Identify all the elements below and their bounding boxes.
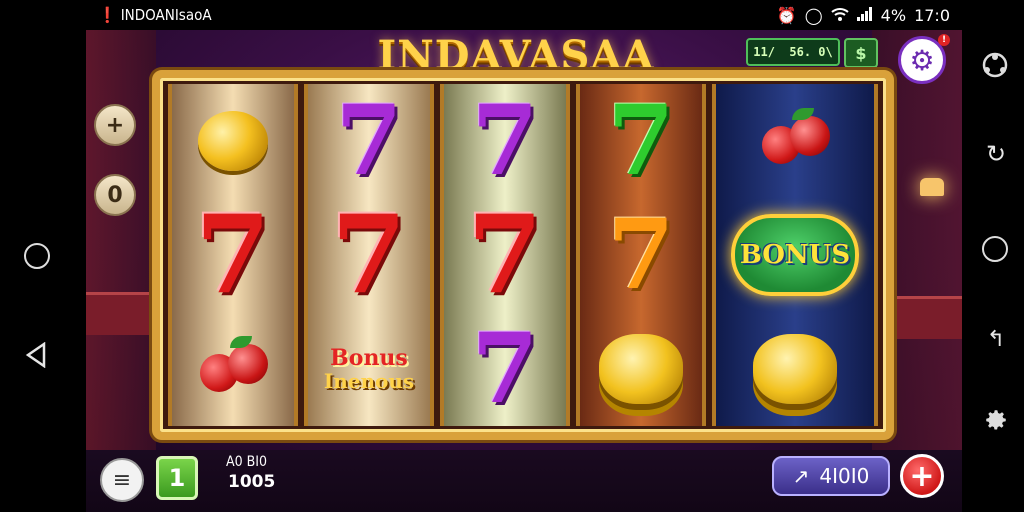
reel-4: 7 7 [576, 84, 706, 426]
status-bar: ❗ INDOANIsaoA ⏰ ◯ 4% 17:0 [86, 0, 962, 30]
reel-2: 7 7 Bonus Inenous [304, 84, 434, 426]
seven-symbol: 7 [467, 192, 543, 318]
clock-time: 17:0 [914, 5, 950, 25]
bet-value: 4I0I0 [819, 464, 870, 488]
seven-symbol: 7 [335, 84, 403, 197]
status-right: ⏰ ◯ 4% 17:0 [777, 6, 950, 25]
bottom-bar: ≡ 1 A0 BI0 1005 ↗ 4I0I0 + [86, 450, 962, 512]
fruit-symbol [178, 319, 288, 419]
reel-5: BONUS [712, 84, 878, 426]
seven-symbol: 7 [471, 312, 539, 425]
left-curtain [86, 30, 156, 450]
right-nav-bar: ↻ ↰ [962, 0, 1024, 512]
level-button[interactable]: 1 [156, 456, 198, 500]
gear-icon[interactable] [982, 406, 1010, 434]
sync-icon: ◯ [804, 5, 823, 25]
recent-apps-icon[interactable]: ↰ [984, 326, 1008, 352]
rotate-icon[interactable]: ↻ [982, 140, 1010, 168]
gold-coin-icon [198, 111, 268, 171]
battery-text: 4% [880, 5, 907, 25]
slot-machine: 7 7 7 Bonus Inenous 7 7 7 7 7 BONUS [152, 70, 894, 440]
bonus-badge-text: BONUS [739, 240, 851, 270]
left-nav-bar [0, 0, 86, 512]
coin-symbol [178, 91, 288, 191]
win-label: A0 BI0 [226, 454, 267, 470]
seven-symbol: 7 [331, 192, 407, 318]
status-left: ❗ INDOANIsaoA [98, 6, 212, 24]
bonus-line-2: Inenous [323, 369, 415, 394]
coin-stack-icon [599, 334, 683, 404]
home-nav-button[interactable] [24, 243, 50, 269]
left-table [86, 292, 156, 335]
back-nav-button[interactable] [22, 340, 50, 370]
bonus-line-1: Bonus [330, 344, 408, 371]
bonus-badge: BONUS [731, 214, 859, 296]
zero-button[interactable]: 0 [94, 174, 136, 216]
seven-symbol: 7 [471, 84, 539, 197]
notification-badge: ! [938, 34, 950, 46]
coin-stack-icon [753, 334, 837, 404]
app-logo-icon: ❗ [98, 6, 117, 24]
home-circle-button[interactable] [982, 236, 1008, 262]
bet-button[interactable]: ↗ 4I0I0 [772, 456, 890, 496]
apple-symbol [740, 91, 850, 191]
bet-arrow-icon: ↗ [792, 464, 810, 488]
money-icon[interactable]: $ [844, 38, 878, 68]
bonus-badge-symbol: BONUS [725, 205, 865, 305]
share-icon[interactable] [980, 50, 1010, 80]
reel-1: 7 [168, 84, 298, 426]
spin-button[interactable]: + [900, 454, 944, 498]
lamp-decoration [920, 178, 944, 196]
fruit-icon [194, 336, 272, 402]
seven-symbol: 7 [607, 84, 675, 197]
game-area: INDAVASAA 11/ 56. 0\ $ ⚙ ! + 0 7 7 7 Bon… [86, 30, 962, 450]
alarm-icon: ⏰ [776, 5, 797, 25]
seven-symbol: 7 [195, 192, 271, 318]
bonus-symbol: Bonus Inenous [314, 319, 424, 419]
reel-3: 7 7 7 [440, 84, 570, 426]
bonus-text: Bonus Inenous [324, 346, 414, 392]
menu-button[interactable]: ≡ [100, 458, 144, 502]
seven-symbol: 7 [607, 198, 675, 311]
win-value: 1005 [228, 472, 276, 492]
app-label: INDOANIsaoA [120, 6, 212, 24]
zoom-in-button[interactable]: + [94, 104, 136, 146]
coin-stack-symbol [586, 319, 696, 419]
wifi-icon [831, 6, 849, 25]
signal-icon [856, 6, 873, 25]
settings-gear-icon: ⚙ [909, 43, 935, 77]
coin-stack-symbol [740, 319, 850, 419]
apple-icon [756, 108, 834, 174]
credit-counter: 11/ 56. 0\ [746, 38, 840, 66]
right-table [888, 296, 962, 339]
